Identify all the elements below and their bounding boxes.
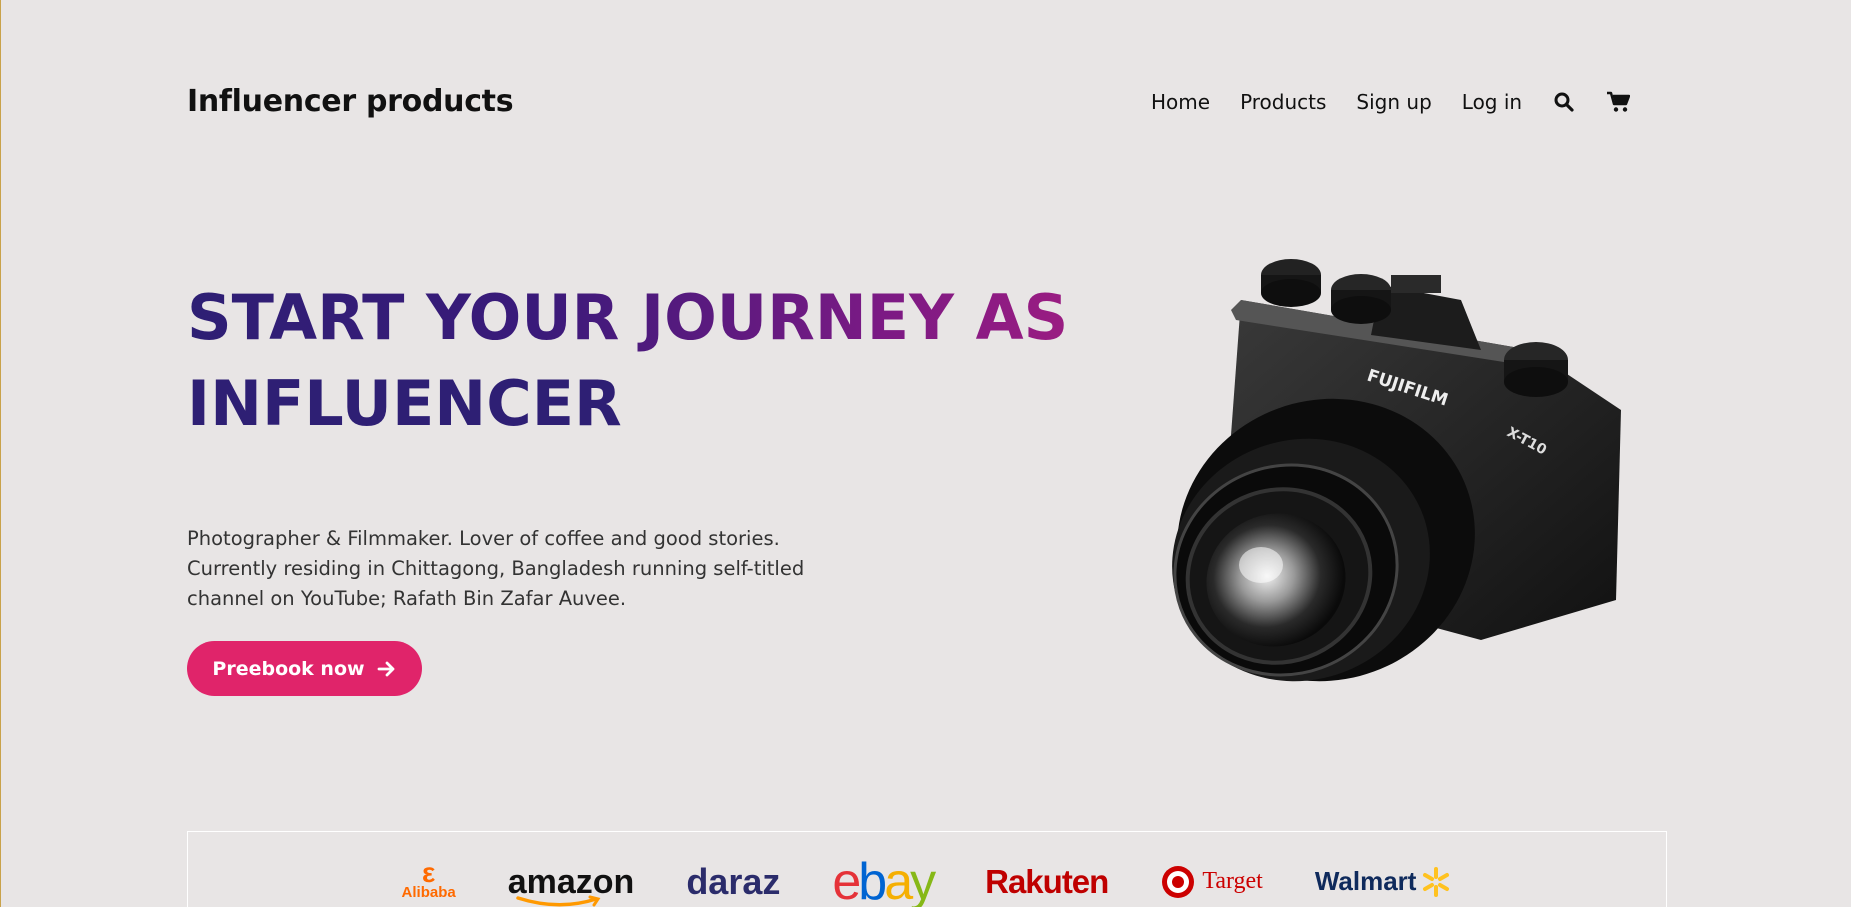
hero-description: Photographer & Filmmaker. Lover of coffe…: [187, 527, 805, 610]
prebook-button-label: Preebook now: [212, 657, 365, 680]
camera-image: FUJIFILM X-T10: [1172, 259, 1621, 682]
hero-title-line2: INFLUENCER: [187, 367, 622, 440]
target-bullseye-icon: [1162, 865, 1195, 898]
walmart-spark-icon: [1423, 866, 1450, 897]
rakuten-logo[interactable]: Rakuten: [985, 863, 1109, 901]
nav-home[interactable]: Home: [1151, 90, 1210, 114]
daraz-logo[interactable]: daraz: [686, 861, 780, 903]
amazon-logo[interactable]: amazon: [508, 865, 634, 906]
alibaba-mark-icon: ε: [421, 857, 436, 888]
hero-title: START YOUR JOURNEY AS INFLUENCER: [187, 275, 1068, 447]
amazon-smile-icon: [515, 895, 601, 906]
arrow-right-icon: [377, 661, 394, 676]
search-icon[interactable]: [1552, 90, 1576, 114]
ebay-logo[interactable]: ebay: [832, 852, 936, 907]
nav-products[interactable]: Products: [1240, 90, 1326, 114]
alibaba-logo[interactable]: ε Alibaba: [402, 857, 456, 902]
cart-icon[interactable]: [1606, 90, 1631, 114]
brand-logos-strip: ε Alibaba amazon daraz ebay Rakuten Targ…: [187, 831, 1667, 907]
brand-logo[interactable]: Influencer products: [187, 84, 514, 119]
prebook-button[interactable]: Preebook now: [187, 641, 422, 696]
main-nav: Home Products Sign up Log in: [1151, 90, 1631, 114]
walmart-logo[interactable]: Walmart: [1315, 866, 1453, 898]
nav-login[interactable]: Log in: [1462, 90, 1522, 114]
nav-signup[interactable]: Sign up: [1356, 90, 1431, 114]
hero-title-line1: START YOUR JOURNEY AS: [187, 275, 1068, 361]
target-logo[interactable]: Target: [1160, 864, 1263, 900]
